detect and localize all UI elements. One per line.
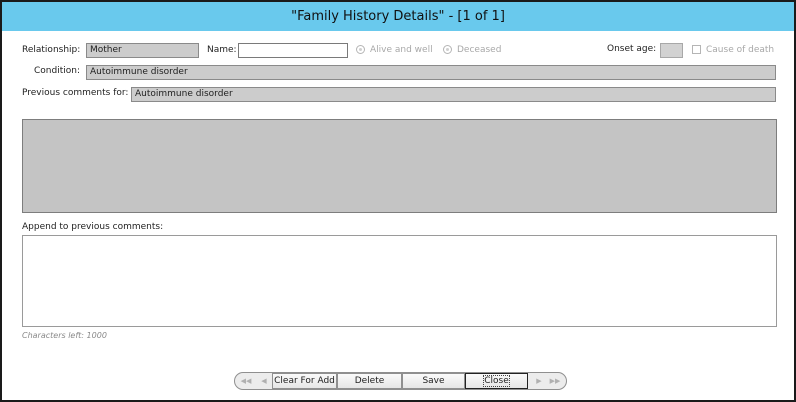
append-label: Append to previous comments: [22,222,164,232]
append-comments-textarea[interactable] [22,235,777,327]
onset-age-input[interactable] [660,43,683,58]
close-label: Close [483,375,510,387]
previous-comments-label: Previous comments for: [22,88,129,98]
onset-age-label: Onset age: [607,44,657,54]
alive-radio[interactable] [356,45,365,54]
characters-left: Characters left: 1000 [22,331,107,340]
cause-of-death-checkbox[interactable] [692,45,701,54]
clear-for-add-label: Clear For Add [274,376,335,386]
last-record-icon[interactable]: ▶▶ [547,373,563,389]
condition-label: Condition: [34,66,80,76]
record-toolbar: ◀◀ ◀ Clear For Add Delete Save Close ▶ ▶… [234,372,567,390]
deceased-radio[interactable] [443,45,452,54]
title-bar: "Family History Details" - [1 of 1] [2,2,794,31]
close-button[interactable]: Close [465,373,528,389]
deceased-label: Deceased [457,45,502,55]
clear-for-add-button[interactable]: Clear For Add [272,373,337,389]
delete-label: Delete [354,376,385,386]
relationship-field: Mother [86,43,199,58]
previous-comments-area [22,119,777,213]
save-label: Save [422,376,445,386]
save-button[interactable]: Save [402,373,465,389]
condition-field: Autoimmune disorder [86,65,776,80]
delete-button[interactable]: Delete [337,373,402,389]
cause-of-death-label: Cause of death [706,45,775,55]
window-title: "Family History Details" - [1 of 1] [291,9,505,24]
alive-label: Alive and well [370,45,433,55]
next-record-icon[interactable]: ▶ [531,373,547,389]
first-record-icon[interactable]: ◀◀ [238,373,254,389]
name-label: Name: [207,45,237,55]
relationship-label: Relationship: [22,45,81,55]
previous-comments-for-field: Autoimmune disorder [131,87,776,102]
name-input[interactable] [238,43,348,58]
family-history-dialog: "Family History Details" - [1 of 1] Rela… [0,0,796,402]
previous-record-icon[interactable]: ◀ [256,373,272,389]
